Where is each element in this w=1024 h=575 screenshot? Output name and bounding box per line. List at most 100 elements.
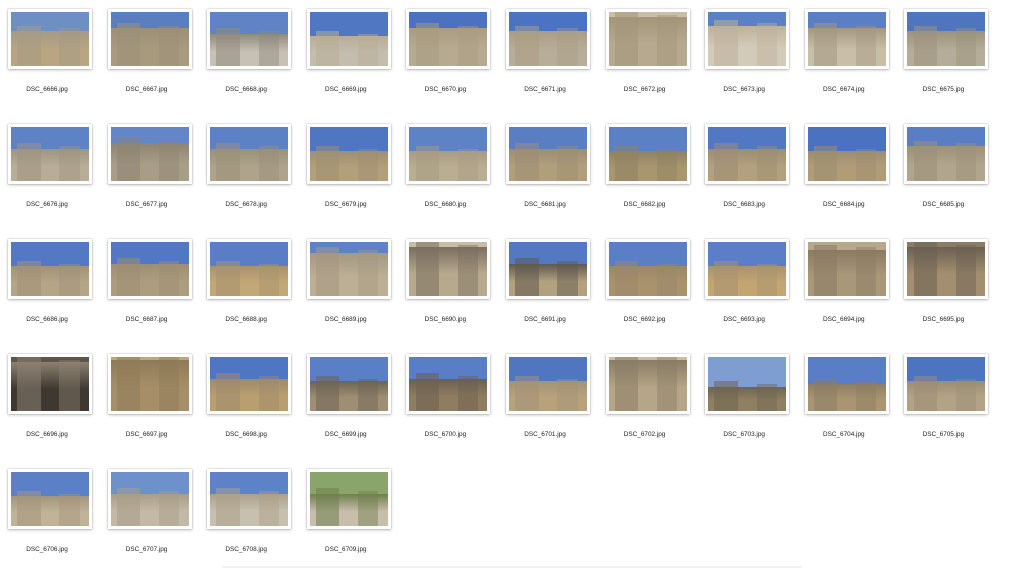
thumbnail-frame[interactable] — [506, 124, 590, 184]
file-name-label[interactable]: DSC_6681.jpg — [499, 201, 591, 208]
file-item[interactable]: DSC_6669.jpg — [300, 0, 400, 115]
file-item[interactable]: DSC_6673.jpg — [698, 0, 798, 115]
file-name-label[interactable]: DSC_6698.jpg — [200, 431, 292, 438]
thumbnail-frame[interactable] — [306, 354, 391, 414]
thumbnail-frame[interactable] — [705, 354, 790, 414]
file-item[interactable]: DSC_6694.jpg — [798, 230, 898, 345]
file-name-label[interactable]: DSC_6679.jpg — [300, 201, 392, 208]
file-item[interactable]: DSC_6666.jpg — [1, 0, 101, 115]
file-name-label[interactable]: DSC_6700.jpg — [399, 431, 491, 438]
horizontal-scrollbar[interactable] — [222, 566, 802, 568]
file-name-label[interactable]: DSC_6668.jpg — [200, 86, 292, 93]
file-item[interactable]: DSC_6676.jpg — [1, 115, 101, 230]
file-name-label[interactable]: DSC_6667.jpg — [101, 86, 193, 93]
file-item[interactable]: DSC_6696.jpg — [1, 345, 101, 460]
file-name-label[interactable]: DSC_6671.jpg — [499, 86, 591, 93]
file-item[interactable]: DSC_6674.jpg — [798, 0, 898, 115]
thumbnail-frame[interactable] — [506, 239, 590, 299]
file-item[interactable]: DSC_6705.jpg — [897, 345, 997, 460]
file-item[interactable]: DSC_6691.jpg — [499, 230, 599, 345]
file-item[interactable]: DSC_6689.jpg — [300, 230, 400, 345]
file-item[interactable]: DSC_6684.jpg — [798, 115, 898, 230]
thumbnail-frame[interactable] — [107, 354, 192, 414]
file-name-label[interactable]: DSC_6697.jpg — [101, 431, 193, 438]
thumbnail-frame[interactable] — [406, 239, 491, 299]
file-item[interactable]: DSC_6667.jpg — [101, 0, 201, 115]
file-item[interactable]: DSC_6692.jpg — [599, 230, 699, 345]
file-item[interactable]: DSC_6703.jpg — [698, 345, 798, 460]
file-name-label[interactable]: DSC_6676.jpg — [1, 201, 93, 208]
thumbnail-frame[interactable] — [605, 354, 690, 414]
file-item[interactable]: DSC_6708.jpg — [200, 460, 300, 575]
file-name-label[interactable]: DSC_6682.jpg — [599, 201, 691, 208]
file-item[interactable]: DSC_6698.jpg — [200, 345, 300, 460]
file-item[interactable]: DSC_6707.jpg — [101, 460, 201, 575]
thumbnail-frame[interactable] — [904, 239, 989, 299]
file-item[interactable]: DSC_6677.jpg — [101, 115, 201, 230]
thumbnail-frame[interactable] — [207, 354, 292, 414]
thumbnail-frame[interactable] — [804, 239, 889, 299]
file-item[interactable]: DSC_6700.jpg — [399, 345, 499, 460]
thumbnail-frame[interactable] — [107, 124, 192, 184]
file-name-label[interactable]: DSC_6687.jpg — [101, 316, 193, 323]
file-item[interactable]: DSC_6701.jpg — [499, 345, 599, 460]
file-item[interactable]: DSC_6671.jpg — [499, 0, 599, 115]
thumbnail-frame[interactable] — [207, 469, 292, 529]
thumbnail-frame[interactable] — [107, 239, 192, 299]
file-name-label[interactable]: DSC_6691.jpg — [499, 316, 591, 323]
file-name-label[interactable]: DSC_6669.jpg — [300, 86, 392, 93]
file-item[interactable]: DSC_6706.jpg — [1, 460, 101, 575]
thumbnail-frame[interactable] — [406, 354, 491, 414]
file-item[interactable]: DSC_6702.jpg — [599, 345, 699, 460]
thumbnail-frame[interactable] — [506, 9, 590, 69]
thumbnail-frame[interactable] — [306, 9, 391, 69]
file-item[interactable]: DSC_6668.jpg — [200, 0, 300, 115]
thumbnail-frame[interactable] — [207, 239, 292, 299]
file-item[interactable]: DSC_6685.jpg — [897, 115, 997, 230]
file-name-label[interactable]: DSC_6680.jpg — [399, 201, 491, 208]
file-name-label[interactable]: DSC_6675.jpg — [897, 86, 989, 93]
file-name-label[interactable]: DSC_6692.jpg — [599, 316, 691, 323]
file-name-label[interactable]: DSC_6704.jpg — [798, 431, 890, 438]
thumbnail-frame[interactable] — [306, 239, 391, 299]
thumbnail-frame[interactable] — [904, 9, 989, 69]
file-name-label[interactable]: DSC_6702.jpg — [599, 431, 691, 438]
file-item[interactable]: DSC_6675.jpg — [897, 0, 997, 115]
file-name-label[interactable]: DSC_6696.jpg — [1, 431, 93, 438]
thumbnail-frame[interactable] — [904, 124, 989, 184]
file-name-label[interactable]: DSC_6707.jpg — [101, 546, 193, 553]
file-item[interactable]: DSC_6683.jpg — [698, 115, 798, 230]
file-name-label[interactable]: DSC_6677.jpg — [101, 201, 193, 208]
thumbnail-frame[interactable] — [804, 354, 889, 414]
file-name-label[interactable]: DSC_6690.jpg — [399, 316, 491, 323]
file-name-label[interactable]: DSC_6693.jpg — [698, 316, 790, 323]
file-name-label[interactable]: DSC_6688.jpg — [200, 316, 292, 323]
file-name-label[interactable]: DSC_6689.jpg — [300, 316, 392, 323]
file-item[interactable]: DSC_6699.jpg — [300, 345, 400, 460]
file-name-label[interactable]: DSC_6678.jpg — [200, 201, 292, 208]
thumbnail-frame[interactable] — [506, 354, 590, 414]
file-name-label[interactable]: DSC_6683.jpg — [698, 201, 790, 208]
thumbnail-frame[interactable] — [605, 124, 690, 184]
thumbnail-frame[interactable] — [705, 9, 790, 69]
file-item[interactable]: DSC_6693.jpg — [698, 230, 798, 345]
thumbnail-frame[interactable] — [207, 124, 292, 184]
file-item[interactable]: DSC_6695.jpg — [897, 230, 997, 345]
file-item[interactable]: DSC_6670.jpg — [399, 0, 499, 115]
thumbnail-frame[interactable] — [306, 469, 391, 529]
thumbnail-frame[interactable] — [705, 124, 790, 184]
file-name-label[interactable]: DSC_6684.jpg — [798, 201, 890, 208]
file-name-label[interactable]: DSC_6674.jpg — [798, 86, 890, 93]
file-item[interactable]: DSC_6682.jpg — [599, 115, 699, 230]
file-name-label[interactable]: DSC_6694.jpg — [798, 316, 890, 323]
thumbnail-frame[interactable] — [107, 9, 192, 69]
thumbnail-frame[interactable] — [8, 239, 92, 299]
thumbnail-frame[interactable] — [705, 239, 790, 299]
thumbnail-frame[interactable] — [904, 354, 989, 414]
thumbnail-frame[interactable] — [605, 239, 690, 299]
file-name-label[interactable]: DSC_6709.jpg — [300, 546, 392, 553]
thumbnail-frame[interactable] — [306, 124, 391, 184]
file-item[interactable]: DSC_6686.jpg — [1, 230, 101, 345]
file-name-label[interactable]: DSC_6672.jpg — [599, 86, 691, 93]
file-item[interactable]: DSC_6679.jpg — [300, 115, 400, 230]
